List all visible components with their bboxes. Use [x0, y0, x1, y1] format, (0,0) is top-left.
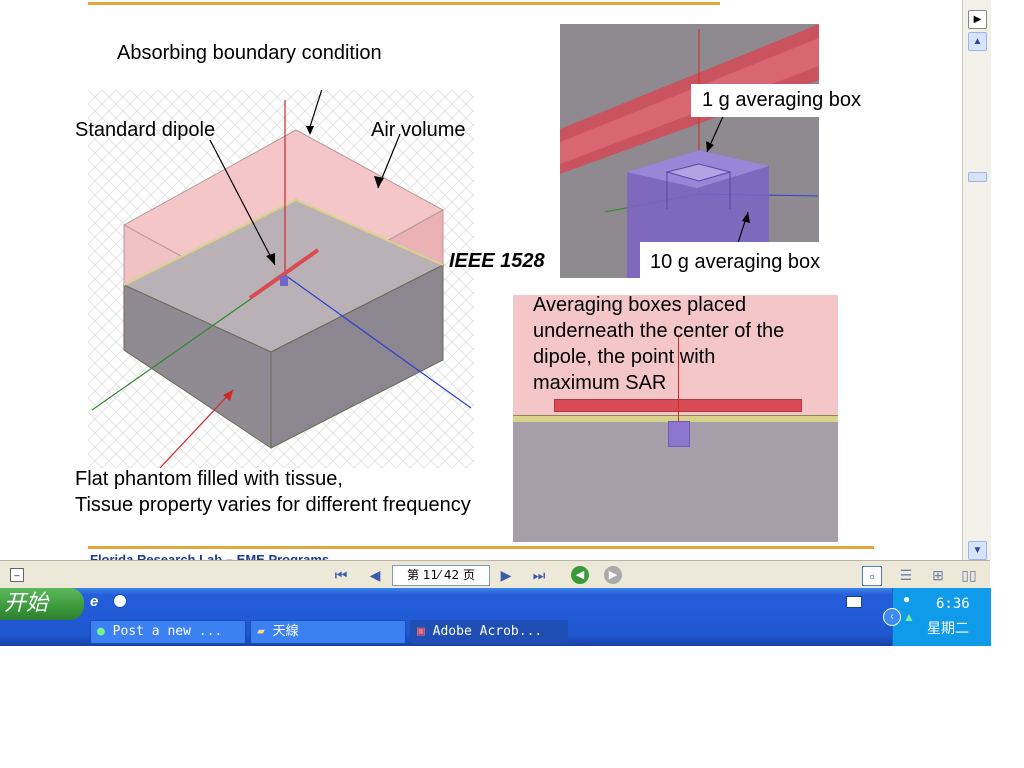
system-tray: ‹ ● ▲ 6:36 星期二 — [883, 588, 991, 646]
windows-taskbar: 开始 e ● Post a new ... ▰ 天線 ▣ Adobe Acrob… — [0, 588, 991, 646]
scroll-down-button[interactable]: ▼ — [968, 541, 987, 560]
folder-icon: ▰ — [257, 624, 265, 639]
cross-section-avg-box — [668, 421, 690, 447]
next-page-icon[interactable]: ▶ — [497, 566, 515, 584]
panel-toggle-icon[interactable]: – — [10, 568, 24, 582]
continuous-facing-icon[interactable]: ▯▯ — [960, 566, 978, 584]
task-folder[interactable]: ▰ 天線 — [250, 620, 406, 644]
slide-bottom-rule — [88, 546, 874, 549]
caption-line-2: underneath the center of the — [533, 320, 785, 342]
start-button[interactable]: 开始 — [0, 588, 84, 620]
label-phantom-line1: Flat phantom filled with tissue, — [75, 468, 343, 490]
network-icon[interactable]: ● — [903, 592, 910, 606]
slide-top-rule — [88, 2, 720, 5]
acrobat-icon: ▣ — [417, 624, 425, 639]
previous-page-icon[interactable]: ◀ — [366, 566, 384, 584]
antivirus-icon[interactable]: ▲ — [903, 610, 915, 624]
quick-launch-ie-icon[interactable]: e — [90, 593, 106, 610]
task-adobe-acrobat[interactable]: ▣ Adobe Acrob... — [410, 620, 568, 644]
single-page-icon[interactable]: ▫ — [862, 566, 882, 586]
task-folder-label: 天線 — [272, 624, 299, 639]
label-absorbing-boundary: Absorbing boundary condition — [117, 42, 382, 64]
label-ieee-1528: IEEE 1528 — [449, 250, 545, 272]
task-adobe-acrobat-label: Adobe Acrob... — [432, 624, 543, 639]
quick-launch-desktop-icon[interactable] — [113, 594, 127, 608]
clock-time[interactable]: 6:36 — [936, 596, 970, 612]
slide-view: Absorbing boundary condition Standard di… — [0, 0, 962, 560]
first-page-icon[interactable]: ⏮ — [332, 566, 350, 584]
caption-line-4: maximum SAR — [533, 372, 667, 394]
start-label: 开始 — [4, 591, 49, 616]
acrobat-status-toolbar: – ⏮ ◀ 第 11⁄ 42 页 ▶ ⏭ ◀ ▶ ▫ ☰ ⊞ ▯▯ — [0, 560, 990, 589]
task-post-new[interactable]: ● Post a new ... — [90, 620, 246, 644]
averaging-box-view — [560, 24, 819, 278]
label-air-volume: Air volume — [371, 119, 466, 141]
boundary-arrow-head — [306, 126, 314, 135]
scroll-thumb[interactable] — [968, 172, 987, 182]
continuous-page-icon[interactable]: ☰ — [897, 566, 915, 584]
phantom-diagram — [88, 90, 474, 468]
go-forward-icon[interactable]: ▶ — [604, 566, 622, 584]
scroll-right-icon[interactable]: ▶ — [968, 10, 987, 29]
slide-footer-text: Florida Research Lab – EME Programs — [90, 552, 330, 560]
ie-icon: ● — [97, 624, 105, 639]
scroll-up-button[interactable]: ▲ — [968, 32, 987, 51]
clock-day[interactable]: 星期二 — [927, 618, 969, 638]
go-back-icon[interactable]: ◀ — [571, 566, 589, 584]
tray-expand-icon[interactable]: ‹ — [883, 608, 901, 626]
caption-line-3: dipole, the point with — [533, 346, 716, 368]
facing-pages-icon[interactable]: ⊞ — [929, 566, 947, 584]
last-page-icon[interactable]: ⏭ — [530, 566, 548, 584]
vertical-scrollbar[interactable]: ▶ ▲ ▼ — [962, 0, 991, 560]
keyboard-icon[interactable] — [846, 596, 862, 608]
label-1g-box: 1 g averaging box — [702, 89, 862, 111]
label-10g-box: 10 g averaging box — [650, 251, 821, 273]
task-post-new-label: Post a new ... — [112, 624, 223, 639]
caption-line-1: Averaging boxes placed — [533, 294, 747, 316]
page-number-field[interactable]: 第 11⁄ 42 页 — [392, 565, 490, 586]
label-phantom-line2: Tissue property varies for different fre… — [75, 494, 471, 516]
label-standard-dipole: Standard dipole — [75, 119, 216, 141]
